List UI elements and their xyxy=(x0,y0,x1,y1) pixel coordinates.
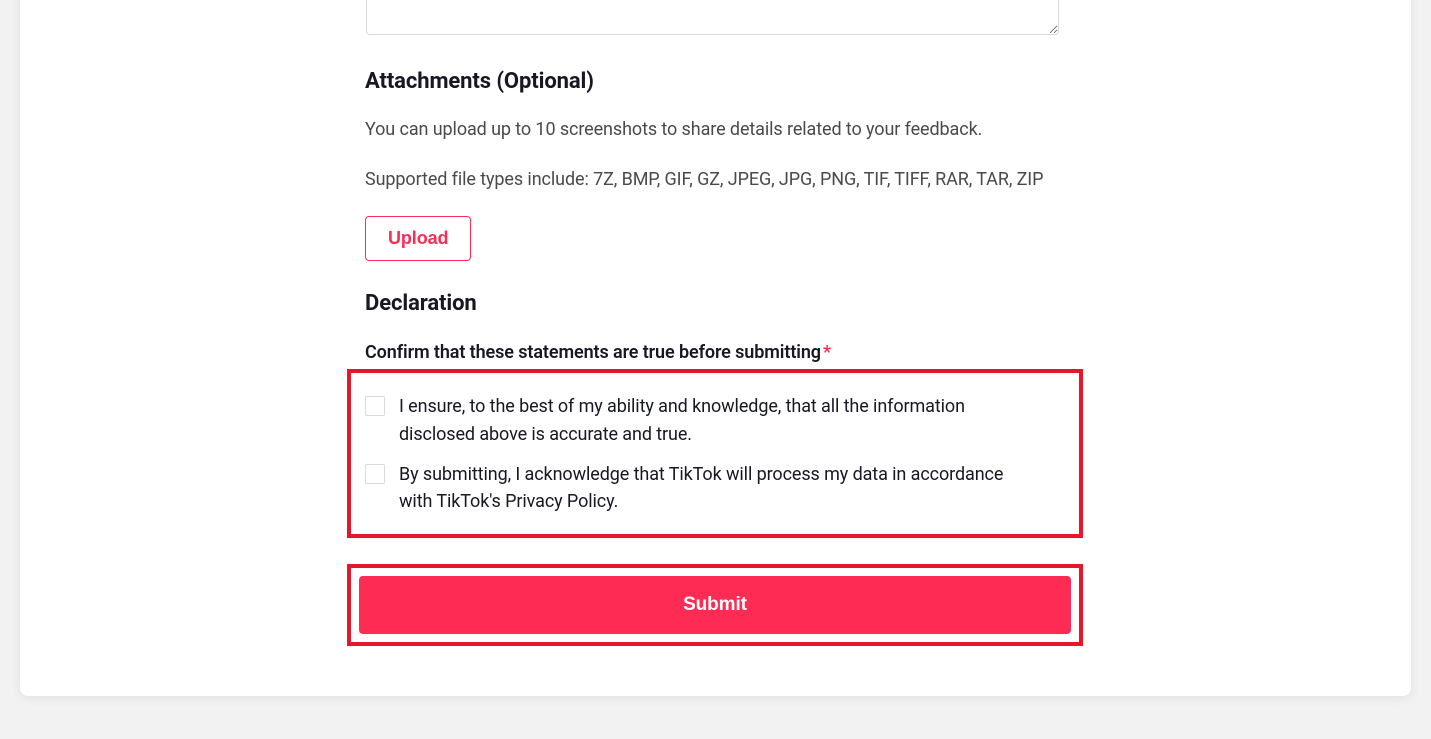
feedback-textarea[interactable] xyxy=(366,0,1059,35)
form-content: Attachments (Optional) You can upload up… xyxy=(365,0,1085,646)
attachments-heading: Attachments (Optional) xyxy=(365,69,1085,94)
declaration-highlight-box: I ensure, to the best of my ability and … xyxy=(347,369,1083,539)
declaration-checkbox-2[interactable] xyxy=(365,464,385,484)
confirm-statements-label: Confirm that these statements are true b… xyxy=(365,342,1085,363)
declaration-check-text-1: I ensure, to the best of my ability and … xyxy=(399,393,1039,449)
declaration-checkbox-1[interactable] xyxy=(365,396,385,416)
submit-highlight-box: Submit xyxy=(347,564,1083,646)
attachments-filetypes: Supported file types include: 7Z, BMP, G… xyxy=(365,166,1065,194)
submit-button[interactable]: Submit xyxy=(359,576,1071,634)
required-indicator: * xyxy=(823,342,831,363)
declaration-check-text-2: By submitting, I acknowledge that TikTok… xyxy=(399,461,1039,517)
declaration-check-row-1: I ensure, to the best of my ability and … xyxy=(361,393,1069,449)
upload-button[interactable]: Upload xyxy=(365,216,471,261)
declaration-heading: Declaration xyxy=(365,291,1085,316)
attachments-description: You can upload up to 10 screenshots to s… xyxy=(365,116,1065,144)
form-card: Attachments (Optional) You can upload up… xyxy=(20,0,1411,696)
declaration-check-row-2: By submitting, I acknowledge that TikTok… xyxy=(361,461,1069,517)
confirm-label-text: Confirm that these statements are true b… xyxy=(365,342,821,363)
